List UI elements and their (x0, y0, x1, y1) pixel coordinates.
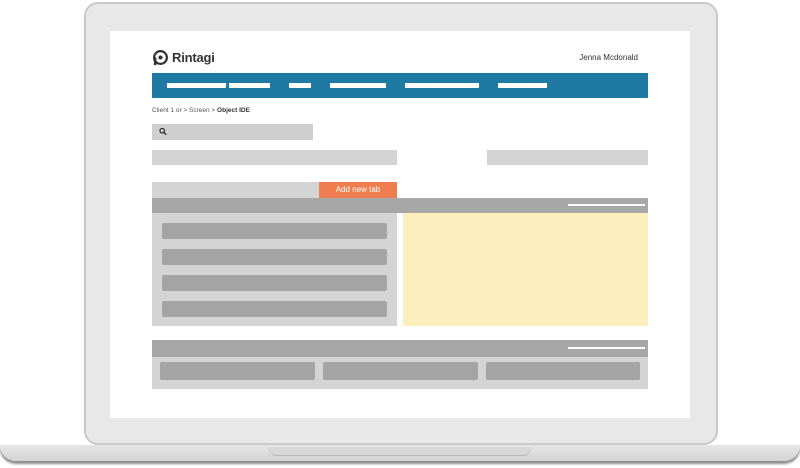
panel-header (152, 198, 648, 213)
breadcrumb-path[interactable]: Client 1 or > Screen > (152, 107, 217, 114)
rintagi-logo-icon (153, 49, 168, 65)
bottom-item[interactable] (486, 362, 640, 380)
app-screen: Rintagi Jenna Mcdonald Client 1 or > Scr… (110, 31, 690, 418)
bottom-panel-header (152, 340, 648, 357)
object-list-panel (152, 213, 397, 326)
list-item[interactable] (162, 223, 387, 239)
list-item[interactable] (162, 301, 387, 317)
breadcrumb: Client 1 or > Screen > Object IDE (152, 107, 250, 114)
filter-field-right[interactable] (487, 150, 648, 165)
bottom-item[interactable] (160, 362, 315, 380)
nav-bar (152, 73, 648, 98)
laptop-notch (268, 447, 532, 456)
search-icon (159, 127, 167, 136)
nav-item-1[interactable] (167, 83, 226, 88)
filter-field-left[interactable] (152, 150, 397, 165)
bottom-panel (152, 357, 648, 389)
detail-panel (403, 213, 648, 326)
list-item[interactable] (162, 249, 387, 265)
nav-item-2[interactable] (229, 83, 270, 88)
breadcrumb-current: Object IDE (217, 107, 250, 114)
add-new-tab-button[interactable]: Add new tab (319, 182, 397, 198)
brand-name: Rintagi (172, 49, 215, 65)
list-item[interactable] (162, 275, 387, 291)
user-name[interactable]: Jenna Mcdonald (579, 53, 638, 62)
tab-bar: Add new tab (152, 182, 397, 198)
panel-header-action[interactable] (568, 204, 645, 206)
nav-item-5[interactable] (405, 83, 479, 88)
nav-item-4[interactable] (330, 83, 386, 88)
search-input[interactable] (152, 124, 313, 140)
nav-item-6[interactable] (498, 83, 547, 88)
bottom-panel-header-action[interactable] (568, 347, 645, 349)
bottom-item[interactable] (323, 362, 478, 380)
nav-item-3[interactable] (289, 83, 311, 88)
brand-logo[interactable]: Rintagi (152, 47, 215, 67)
